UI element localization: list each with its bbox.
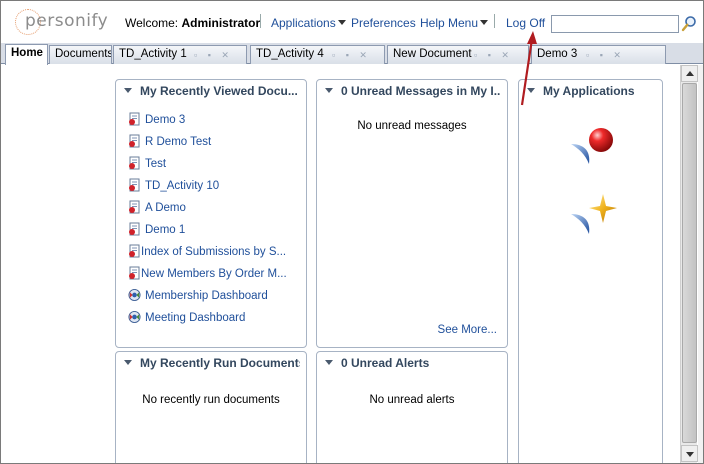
panel-header[interactable]: My Recently Viewed Docu... [124, 84, 300, 98]
report-doc-icon [129, 156, 140, 170]
annotation-arrow-icon [520, 31, 537, 106]
applications-menu[interactable]: Applications [271, 16, 346, 30]
panel-title: My Recently Viewed Docu... [140, 84, 298, 98]
window-edge [698, 65, 703, 463]
recent-doc-item[interactable]: TD_Activity 10 [128, 178, 219, 194]
doc-label: R Demo Test [145, 136, 212, 148]
recent-doc-item[interactable]: Demo 1 [128, 222, 185, 238]
help-menu[interactable]: Help Menu [420, 16, 489, 30]
help-menu-label: Help Menu [420, 16, 479, 30]
scroll-down-button[interactable] [681, 445, 698, 462]
recent-doc-item[interactable]: New Members By Order M... [128, 266, 287, 282]
app-window: personify Welcome: Administrator Applica… [0, 0, 704, 464]
tab-bar: Home Documents TD_Activity 1 ▫ ▪ ✕ TD_Ac… [1, 43, 703, 65]
report-doc-icon [129, 244, 140, 258]
recent-doc-item[interactable]: Demo 3 [128, 112, 185, 128]
doc-label: TD_Activity 10 [145, 180, 220, 192]
recently-run-panel: My Recently Run Documents No recently ru… [115, 351, 307, 463]
tab-label: New Document [393, 48, 472, 60]
my-applications-panel: My Applications [518, 79, 663, 463]
doc-label: Test [145, 158, 167, 170]
search-icon[interactable] [681, 15, 697, 33]
doc-label: Demo 3 [145, 114, 186, 126]
see-more-link[interactable]: See More... [438, 324, 497, 336]
welcome-prefix: Welcome: [125, 16, 179, 30]
collapse-icon[interactable] [325, 360, 333, 365]
preferences-link[interactable]: Preferences [351, 16, 416, 30]
panel-title: My Applications [543, 84, 635, 98]
recent-doc-item[interactable]: Membership Dashboard [128, 288, 268, 304]
collapse-icon[interactable] [124, 360, 132, 365]
empty-message: No unread alerts [369, 394, 455, 406]
search-input[interactable] [551, 15, 679, 33]
recent-doc-item[interactable]: R Demo Test [128, 134, 211, 150]
panel-header[interactable]: My Recently Run Documents [124, 356, 300, 370]
logo-text: personify [25, 11, 109, 31]
tab-label: TD_Activity 4 [256, 48, 324, 60]
red-sphere-app-icon[interactable] [569, 122, 619, 166]
arrow-down-icon [686, 452, 694, 457]
recent-doc-item[interactable]: Test [128, 156, 166, 172]
personify-logo: personify [15, 9, 109, 35]
chevron-down-icon [480, 20, 489, 25]
doc-label: Demo 1 [145, 224, 186, 236]
recently-viewed-panel: My Recently Viewed Docu... Demo 3 R Demo… [115, 79, 307, 348]
log-off-link[interactable]: Log Off [506, 16, 545, 30]
nav-separator [260, 14, 261, 28]
doc-label: Meeting Dashboard [145, 312, 246, 324]
report-doc-icon [129, 200, 140, 214]
tab-home[interactable]: Home [5, 44, 48, 65]
tab-demo-3[interactable]: Demo 3 ▫ ▪ ✕ [531, 45, 666, 64]
tab-documents[interactable]: Documents [49, 45, 112, 64]
tab-window-controls-icon: ▫ ▪ ✕ [194, 50, 233, 60]
recent-doc-item[interactable]: Meeting Dashboard [128, 310, 245, 326]
applications-label: Applications [271, 16, 336, 30]
header: personify Welcome: Administrator Applica… [1, 1, 703, 43]
doc-label: New Members By Order M... [141, 268, 287, 280]
panel-header[interactable]: My Applications [527, 84, 656, 98]
report-doc-icon [129, 134, 140, 148]
gold-star-app-icon[interactable] [569, 192, 619, 236]
scroll-up-button[interactable] [681, 65, 698, 82]
dashboard-icon [128, 310, 141, 324]
doc-label: Index of Submissions by S... [141, 246, 287, 258]
tab-td-activity-1[interactable]: TD_Activity 1 ▫ ▪ ✕ [113, 45, 247, 64]
tab-window-controls-icon: ▫ ▪ ✕ [586, 50, 625, 60]
chevron-down-icon [337, 20, 346, 25]
home-content: My Recently Viewed Docu... Demo 3 R Demo… [1, 65, 679, 463]
empty-message: No unread messages [357, 120, 467, 132]
report-doc-icon [129, 112, 140, 126]
recent-doc-item[interactable]: Index of Submissions by S... [128, 244, 286, 260]
collapse-icon[interactable] [325, 88, 333, 93]
arrow-up-icon [686, 71, 694, 76]
tab-label: TD_Activity 1 [119, 48, 187, 60]
username: Administrator [181, 16, 261, 30]
report-doc-icon [129, 178, 140, 192]
welcome-text: Welcome: Administrator [125, 16, 260, 30]
panel-title: 0 Unread Alerts [341, 356, 430, 370]
unread-messages-panel: 0 Unread Messages in My I... No unread m… [316, 79, 508, 348]
tab-window-controls-icon: ▫ ▪ ✕ [332, 50, 371, 60]
panel-title: 0 Unread Messages in My I... [341, 84, 501, 98]
dashboard-icon [128, 288, 141, 302]
collapse-icon[interactable] [124, 88, 132, 93]
scroll-thumb[interactable] [682, 83, 697, 443]
doc-label: A Demo [145, 202, 186, 214]
tab-td-activity-4[interactable]: TD_Activity 4 ▫ ▪ ✕ [250, 45, 385, 64]
empty-message: No recently run documents [142, 394, 280, 406]
report-doc-icon [129, 266, 140, 280]
nav-separator [494, 14, 495, 28]
recent-doc-item[interactable]: A Demo [128, 200, 186, 216]
doc-label: Membership Dashboard [145, 290, 268, 302]
panel-header[interactable]: 0 Unread Messages in My I... [325, 84, 501, 98]
panel-header[interactable]: 0 Unread Alerts [325, 356, 501, 370]
vertical-scrollbar[interactable] [680, 65, 698, 463]
panel-title: My Recently Run Documents [140, 356, 300, 370]
report-doc-icon [129, 222, 140, 236]
unread-alerts-panel: 0 Unread Alerts No unread alerts [316, 351, 508, 463]
